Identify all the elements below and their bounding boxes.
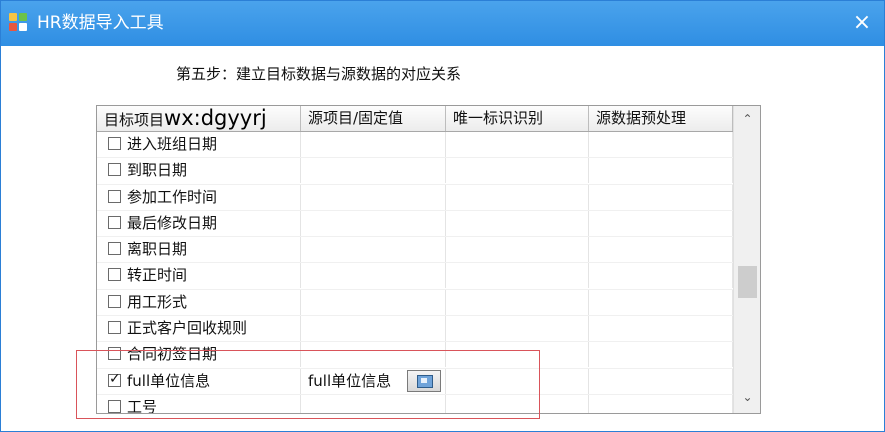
- source-cell[interactable]: [301, 237, 446, 263]
- unique-id-cell[interactable]: [446, 184, 589, 210]
- target-item-label: 进入班组日期: [127, 135, 218, 153]
- unique-id-cell[interactable]: [446, 289, 589, 315]
- preprocess-cell[interactable]: [589, 263, 733, 289]
- table-row[interactable]: 到职日期: [97, 158, 733, 185]
- scrollbar-thumb[interactable]: [738, 266, 757, 298]
- table-row[interactable]: 离职日期: [97, 237, 733, 264]
- table-row[interactable]: 用工形式: [97, 289, 733, 317]
- table-row[interactable]: 参加工作时间: [97, 184, 733, 211]
- highlight-annotation-box: [76, 350, 540, 419]
- table-row[interactable]: 进入班组日期: [97, 132, 733, 159]
- column-header-source[interactable]: 源项目/固定值: [301, 106, 446, 131]
- source-cell[interactable]: [301, 132, 446, 157]
- hr-import-dialog: HR数据导入工具 × 第五步：建立目标数据与源数据的对应关系 目标项目wx:dg…: [0, 0, 885, 432]
- scroll-up-icon[interactable]: ⌃: [734, 108, 760, 130]
- row-checkbox[interactable]: [108, 321, 121, 335]
- title-bar[interactable]: HR数据导入工具 ×: [1, 1, 884, 46]
- target-item-label: 到职日期: [127, 161, 188, 180]
- row-checkbox[interactable]: [108, 242, 121, 256]
- step-description: 第五步：建立目标数据与源数据的对应关系: [176, 65, 462, 83]
- row-checkbox[interactable]: [108, 163, 121, 177]
- table-row[interactable]: 最后修改日期: [97, 210, 733, 238]
- target-item-label: 最后修改日期: [127, 213, 218, 232]
- table-row[interactable]: 正式客户回收规则: [97, 316, 733, 343]
- source-cell[interactable]: [301, 263, 446, 289]
- target-item-label: 转正时间: [127, 266, 188, 285]
- preprocess-cell[interactable]: [589, 368, 733, 394]
- target-item-label: 正式客户回收规则: [127, 319, 248, 338]
- unique-id-cell[interactable]: [446, 316, 589, 342]
- preprocess-cell[interactable]: [589, 158, 733, 184]
- target-item-label: 参加工作时间: [127, 187, 218, 206]
- vertical-scrollbar[interactable]: ⌃ ⌄: [733, 106, 760, 413]
- row-checkbox[interactable]: [108, 137, 121, 150]
- window-title: HR数据导入工具: [37, 13, 164, 33]
- scroll-down-icon[interactable]: ⌄: [734, 386, 760, 408]
- row-checkbox[interactable]: [108, 268, 121, 282]
- column-header-target[interactable]: 目标项目wx:dgyyrj: [97, 106, 301, 131]
- source-cell[interactable]: [301, 289, 446, 315]
- target-item-label: 用工形式: [127, 292, 188, 311]
- app-grid-icon: [9, 13, 29, 33]
- close-button[interactable]: ×: [848, 9, 876, 37]
- preprocess-cell[interactable]: [589, 316, 733, 342]
- row-checkbox[interactable]: [108, 294, 121, 308]
- preprocess-cell[interactable]: [589, 210, 733, 236]
- row-checkbox[interactable]: [108, 189, 121, 203]
- column-header-unique-id[interactable]: 唯一标识识别: [446, 106, 589, 131]
- table-row[interactable]: 转正时间: [97, 263, 733, 290]
- column-header-preprocess[interactable]: 源数据预处理: [589, 106, 733, 131]
- row-checkbox[interactable]: [108, 215, 121, 229]
- preprocess-cell[interactable]: [589, 184, 733, 210]
- source-cell[interactable]: [301, 158, 446, 184]
- unique-id-cell[interactable]: [446, 132, 589, 157]
- source-cell[interactable]: [301, 184, 446, 210]
- preprocess-cell[interactable]: [589, 394, 733, 413]
- source-cell[interactable]: [301, 316, 446, 342]
- preprocess-cell[interactable]: [589, 237, 733, 263]
- preprocess-cell[interactable]: [589, 342, 733, 368]
- watermark-text: wx:dgyyrj: [164, 106, 267, 130]
- preprocess-cell[interactable]: [589, 132, 733, 157]
- unique-id-cell[interactable]: [446, 158, 589, 184]
- unique-id-cell[interactable]: [446, 210, 589, 236]
- source-cell[interactable]: [301, 210, 446, 236]
- grid-header: 目标项目wx:dgyyrj 源项目/固定值 唯一标识识别 源数据预处理: [97, 106, 733, 132]
- unique-id-cell[interactable]: [446, 237, 589, 263]
- target-item-label: 离职日期: [127, 240, 188, 259]
- preprocess-cell[interactable]: [589, 289, 733, 315]
- unique-id-cell[interactable]: [446, 263, 589, 289]
